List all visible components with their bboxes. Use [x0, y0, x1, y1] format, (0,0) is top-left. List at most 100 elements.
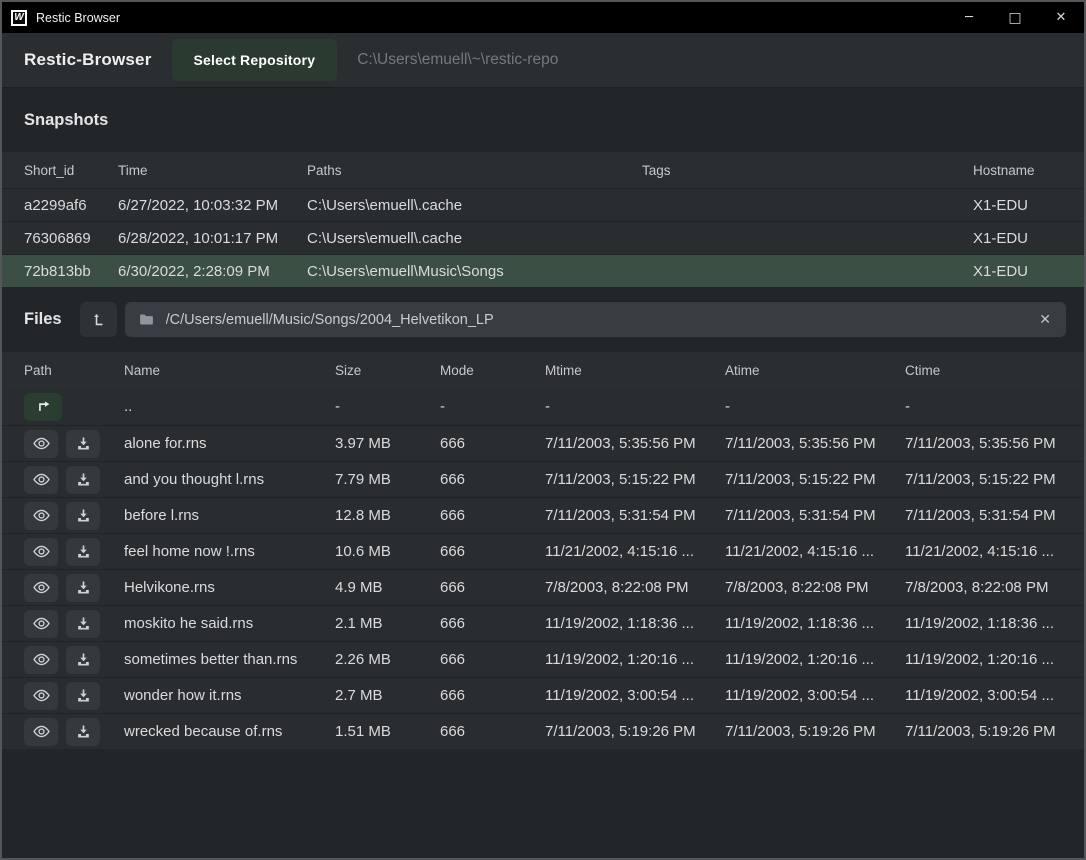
preview-file-button[interactable] — [24, 466, 58, 494]
file-ctime: 11/19/2002, 1:20:16 ... — [905, 651, 1062, 668]
file-row[interactable]: alone for.rns 3.97 MB 666 7/11/2003, 5:3… — [2, 425, 1084, 461]
col-paths: Paths — [307, 163, 642, 178]
files-section-bar: Files /C/Users/emuell/Music/Songs/2004_H… — [2, 287, 1084, 352]
file-atime: 11/19/2002, 1:20:16 ... — [725, 651, 905, 668]
file-mtime: 11/19/2002, 3:00:54 ... — [545, 687, 725, 704]
file-atime: 11/21/2002, 4:15:16 ... — [725, 543, 905, 560]
snapshot-row[interactable]: a2299af6 6/27/2022, 10:03:32 PM C:\Users… — [2, 188, 1084, 221]
clear-path-icon[interactable]: ✕ — [1037, 312, 1053, 328]
file-name: sometimes better than.rns — [124, 651, 335, 668]
file-row[interactable]: moskito he said.rns 2.1 MB 666 11/19/200… — [2, 605, 1084, 641]
download-file-button[interactable] — [66, 466, 100, 494]
file-size: 12.8 MB — [335, 507, 440, 524]
file-mode: 666 — [440, 543, 545, 560]
files-root-button[interactable] — [80, 302, 117, 337]
l-glyph-icon — [89, 310, 108, 329]
download-file-button[interactable] — [66, 610, 100, 638]
download-icon — [75, 615, 92, 632]
preview-file-button[interactable] — [24, 538, 58, 566]
snapshots-heading-label: Snapshots — [24, 111, 108, 130]
file-mode: 666 — [440, 651, 545, 668]
file-size: 2.26 MB — [335, 651, 440, 668]
page-title: Restic-Browser — [24, 50, 152, 70]
col-tags: Tags — [642, 163, 973, 178]
snapshot-time: 6/28/2022, 10:01:17 PM — [118, 230, 307, 247]
parent-directory-row[interactable]: .. - - - - - — [2, 388, 1084, 425]
preview-file-button[interactable] — [24, 718, 58, 746]
preview-file-button[interactable] — [24, 574, 58, 602]
file-row[interactable]: wrecked because of.rns 1.51 MB 666 7/11/… — [2, 713, 1084, 749]
download-icon — [75, 435, 92, 452]
download-file-button[interactable] — [66, 646, 100, 674]
file-ctime: - — [905, 398, 1062, 415]
download-file-button[interactable] — [66, 538, 100, 566]
window-controls: ─ □ ✕ — [946, 2, 1084, 33]
maximize-button[interactable]: □ — [992, 2, 1038, 33]
current-path-bar[interactable]: /C/Users/emuell/Music/Songs/2004_Helveti… — [125, 302, 1066, 337]
file-row[interactable]: before l.rns 12.8 MB 666 7/11/2003, 5:31… — [2, 497, 1084, 533]
preview-file-button[interactable] — [24, 610, 58, 638]
download-file-button[interactable] — [66, 502, 100, 530]
eye-icon — [32, 470, 51, 489]
col-atime: Atime — [725, 363, 905, 378]
file-row[interactable]: and you thought l.rns 7.79 MB 666 7/11/2… — [2, 461, 1084, 497]
file-name: moskito he said.rns — [124, 615, 335, 632]
snapshot-hostname: X1-EDU — [973, 263, 1062, 280]
file-mode: 666 — [440, 723, 545, 740]
col-hostname: Hostname — [973, 163, 1062, 178]
file-row[interactable]: sometimes better than.rns 2.26 MB 666 11… — [2, 641, 1084, 677]
eye-icon — [32, 614, 51, 633]
preview-file-button[interactable] — [24, 646, 58, 674]
titlebar: W Restic Browser ─ □ ✕ — [2, 2, 1084, 33]
file-mode: 666 — [440, 579, 545, 596]
col-mode: Mode — [440, 363, 545, 378]
download-file-button[interactable] — [66, 682, 100, 710]
download-icon — [75, 507, 92, 524]
file-size: 2.1 MB — [335, 615, 440, 632]
snapshot-row[interactable]: 76306869 6/28/2022, 10:01:17 PM C:\Users… — [2, 221, 1084, 254]
app-window: W Restic Browser ─ □ ✕ Restic-Browser Se… — [0, 0, 1086, 860]
file-name: before l.rns — [124, 507, 335, 524]
titlebar-left: W Restic Browser — [2, 10, 946, 26]
file-size: 3.97 MB — [335, 435, 440, 452]
up-directory-button[interactable] — [24, 393, 62, 421]
file-ctime: 11/19/2002, 1:18:36 ... — [905, 615, 1062, 632]
snapshots-section-heading: Snapshots — [2, 88, 1084, 152]
current-path-text: /C/Users/emuell/Music/Songs/2004_Helveti… — [166, 312, 1027, 328]
file-row[interactable]: wonder how it.rns 2.7 MB 666 11/19/2002,… — [2, 677, 1084, 713]
snapshot-hostname: X1-EDU — [973, 197, 1062, 214]
minimize-button[interactable]: ─ — [946, 2, 992, 33]
files-heading-label: Files — [24, 310, 62, 329]
preview-file-button[interactable] — [24, 502, 58, 530]
snapshot-paths: C:\Users\emuell\.cache — [307, 230, 642, 247]
file-mtime: 7/11/2003, 5:15:22 PM — [545, 471, 725, 488]
file-size: 4.9 MB — [335, 579, 440, 596]
eye-icon — [32, 542, 51, 561]
preview-file-button[interactable] — [24, 430, 58, 458]
file-mode: - — [440, 398, 545, 415]
file-name: feel home now !.rns — [124, 543, 335, 560]
file-row[interactable]: feel home now !.rns 10.6 MB 666 11/21/20… — [2, 533, 1084, 569]
up-directory-arrow-icon — [34, 397, 53, 416]
file-size: 10.6 MB — [335, 543, 440, 560]
download-file-button[interactable] — [66, 718, 100, 746]
select-repository-button[interactable]: Select Repository — [172, 39, 338, 81]
file-mtime: 11/19/2002, 1:20:16 ... — [545, 651, 725, 668]
file-atime: 7/11/2003, 5:15:22 PM — [725, 471, 905, 488]
file-name: and you thought l.rns — [124, 471, 335, 488]
file-atime: 11/19/2002, 1:18:36 ... — [725, 615, 905, 632]
download-icon — [75, 687, 92, 704]
file-ctime: 11/21/2002, 4:15:16 ... — [905, 543, 1062, 560]
snapshot-hostname: X1-EDU — [973, 230, 1062, 247]
close-button[interactable]: ✕ — [1038, 2, 1084, 33]
window-title: Restic Browser — [36, 11, 120, 25]
col-ctime: Ctime — [905, 363, 1062, 378]
snapshot-row-selected[interactable]: 72b813bb 6/30/2022, 2:28:09 PM C:\Users\… — [2, 254, 1084, 287]
empty-area — [2, 749, 1084, 858]
file-name: alone for.rns — [124, 435, 335, 452]
eye-icon — [32, 650, 51, 669]
preview-file-button[interactable] — [24, 682, 58, 710]
download-file-button[interactable] — [66, 574, 100, 602]
file-row[interactable]: Helvikone.rns 4.9 MB 666 7/8/2003, 8:22:… — [2, 569, 1084, 605]
download-file-button[interactable] — [66, 430, 100, 458]
